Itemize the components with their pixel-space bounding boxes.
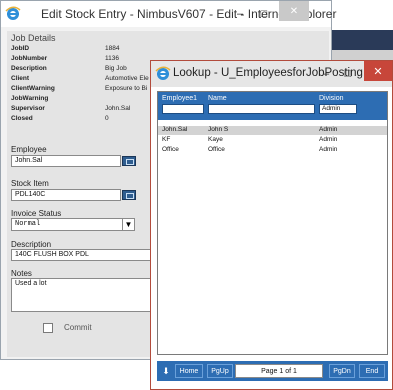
description-label: Description — [11, 240, 52, 249]
lookup-titlebar: Lookup - U_EmployeesforJobPosting - Int.… — [151, 61, 393, 87]
cell-division: Admin — [319, 136, 338, 143]
chevron-down-icon[interactable]: ▼ — [122, 218, 134, 230]
description-input[interactable]: 140C FLUSH BOX PDL — [11, 249, 151, 261]
pager-bar: ⬇ Home PgUp Page 1 of 1 PgDn End — [157, 361, 388, 381]
pgup-button[interactable]: PgUp — [207, 364, 233, 378]
cell-name: Kaye — [208, 136, 223, 143]
column-header-employee[interactable]: Employee1 — [162, 95, 197, 102]
employee-label: Employee — [11, 145, 47, 154]
table-row[interactable]: John.Sal John S Admin — [158, 126, 387, 135]
cell-name: Office — [208, 146, 225, 153]
name-filter-input[interactable] — [208, 104, 315, 114]
lookup-filter-header: Employee1 Name Division Admin — [158, 92, 387, 120]
page-indicator: Page 1 of 1 — [235, 364, 323, 378]
stock-item-label: Stock Item — [11, 179, 49, 188]
stock-lookup-icon[interactable] — [122, 190, 136, 200]
lookup-minimize-button[interactable]: – — [315, 61, 337, 87]
column-header-division[interactable]: Division — [319, 95, 344, 102]
pgdn-button[interactable]: PgDn — [329, 364, 355, 378]
lookup-close-button[interactable]: ✕ — [364, 61, 392, 81]
background-header-strip — [330, 30, 393, 50]
cell-name: John S — [208, 126, 229, 133]
stock-item-input[interactable]: PDL140C — [11, 189, 121, 201]
table-row[interactable]: Office Office Admin — [158, 146, 387, 155]
notes-textarea[interactable]: Used a lot — [11, 278, 151, 312]
lookup-window-title: Lookup - U_EmployeesforJobPosting - Int.… — [173, 67, 393, 79]
home-button[interactable]: Home — [175, 364, 203, 378]
end-button[interactable]: End — [359, 364, 385, 378]
commit-checkbox[interactable] — [43, 323, 53, 333]
internet-explorer-icon — [155, 66, 171, 80]
cell-division: Admin — [319, 126, 338, 133]
invoice-status-select[interactable]: Normal — [11, 218, 135, 231]
cell-division: Admin — [319, 146, 338, 153]
cell-employee: Office — [162, 146, 179, 153]
employee-lookup-icon[interactable] — [122, 156, 136, 166]
close-button[interactable]: ✕ — [279, 1, 309, 21]
employee-filter-input[interactable] — [162, 104, 204, 114]
table-row[interactable]: KF Kaye Admin — [158, 136, 387, 145]
employee-input[interactable]: John.Sal — [11, 155, 121, 167]
lookup-results-panel: Employee1 Name Division Admin John.Sal J… — [157, 91, 388, 355]
internet-explorer-icon — [5, 6, 21, 20]
column-header-name[interactable]: Name — [208, 95, 227, 102]
cell-employee: John.Sal — [162, 126, 188, 133]
download-icon[interactable]: ⬇ — [160, 364, 172, 378]
commit-label: Commit — [64, 323, 92, 332]
main-titlebar: Edit Stock Entry - NimbusV607 - Edit - I… — [1, 1, 336, 27]
lookup-maximize-button[interactable]: □ — [337, 61, 359, 87]
division-filter-input[interactable]: Admin — [319, 104, 357, 114]
invoice-status-label: Invoice Status — [11, 209, 62, 218]
notes-label: Notes — [11, 269, 32, 278]
maximize-button[interactable]: □ — [251, 1, 277, 27]
cell-employee: KF — [162, 136, 171, 143]
lookup-window: Lookup - U_EmployeesforJobPosting - Int.… — [150, 60, 393, 390]
minimize-button[interactable]: – — [227, 1, 253, 27]
job-details-heading: Job Details — [11, 33, 56, 43]
